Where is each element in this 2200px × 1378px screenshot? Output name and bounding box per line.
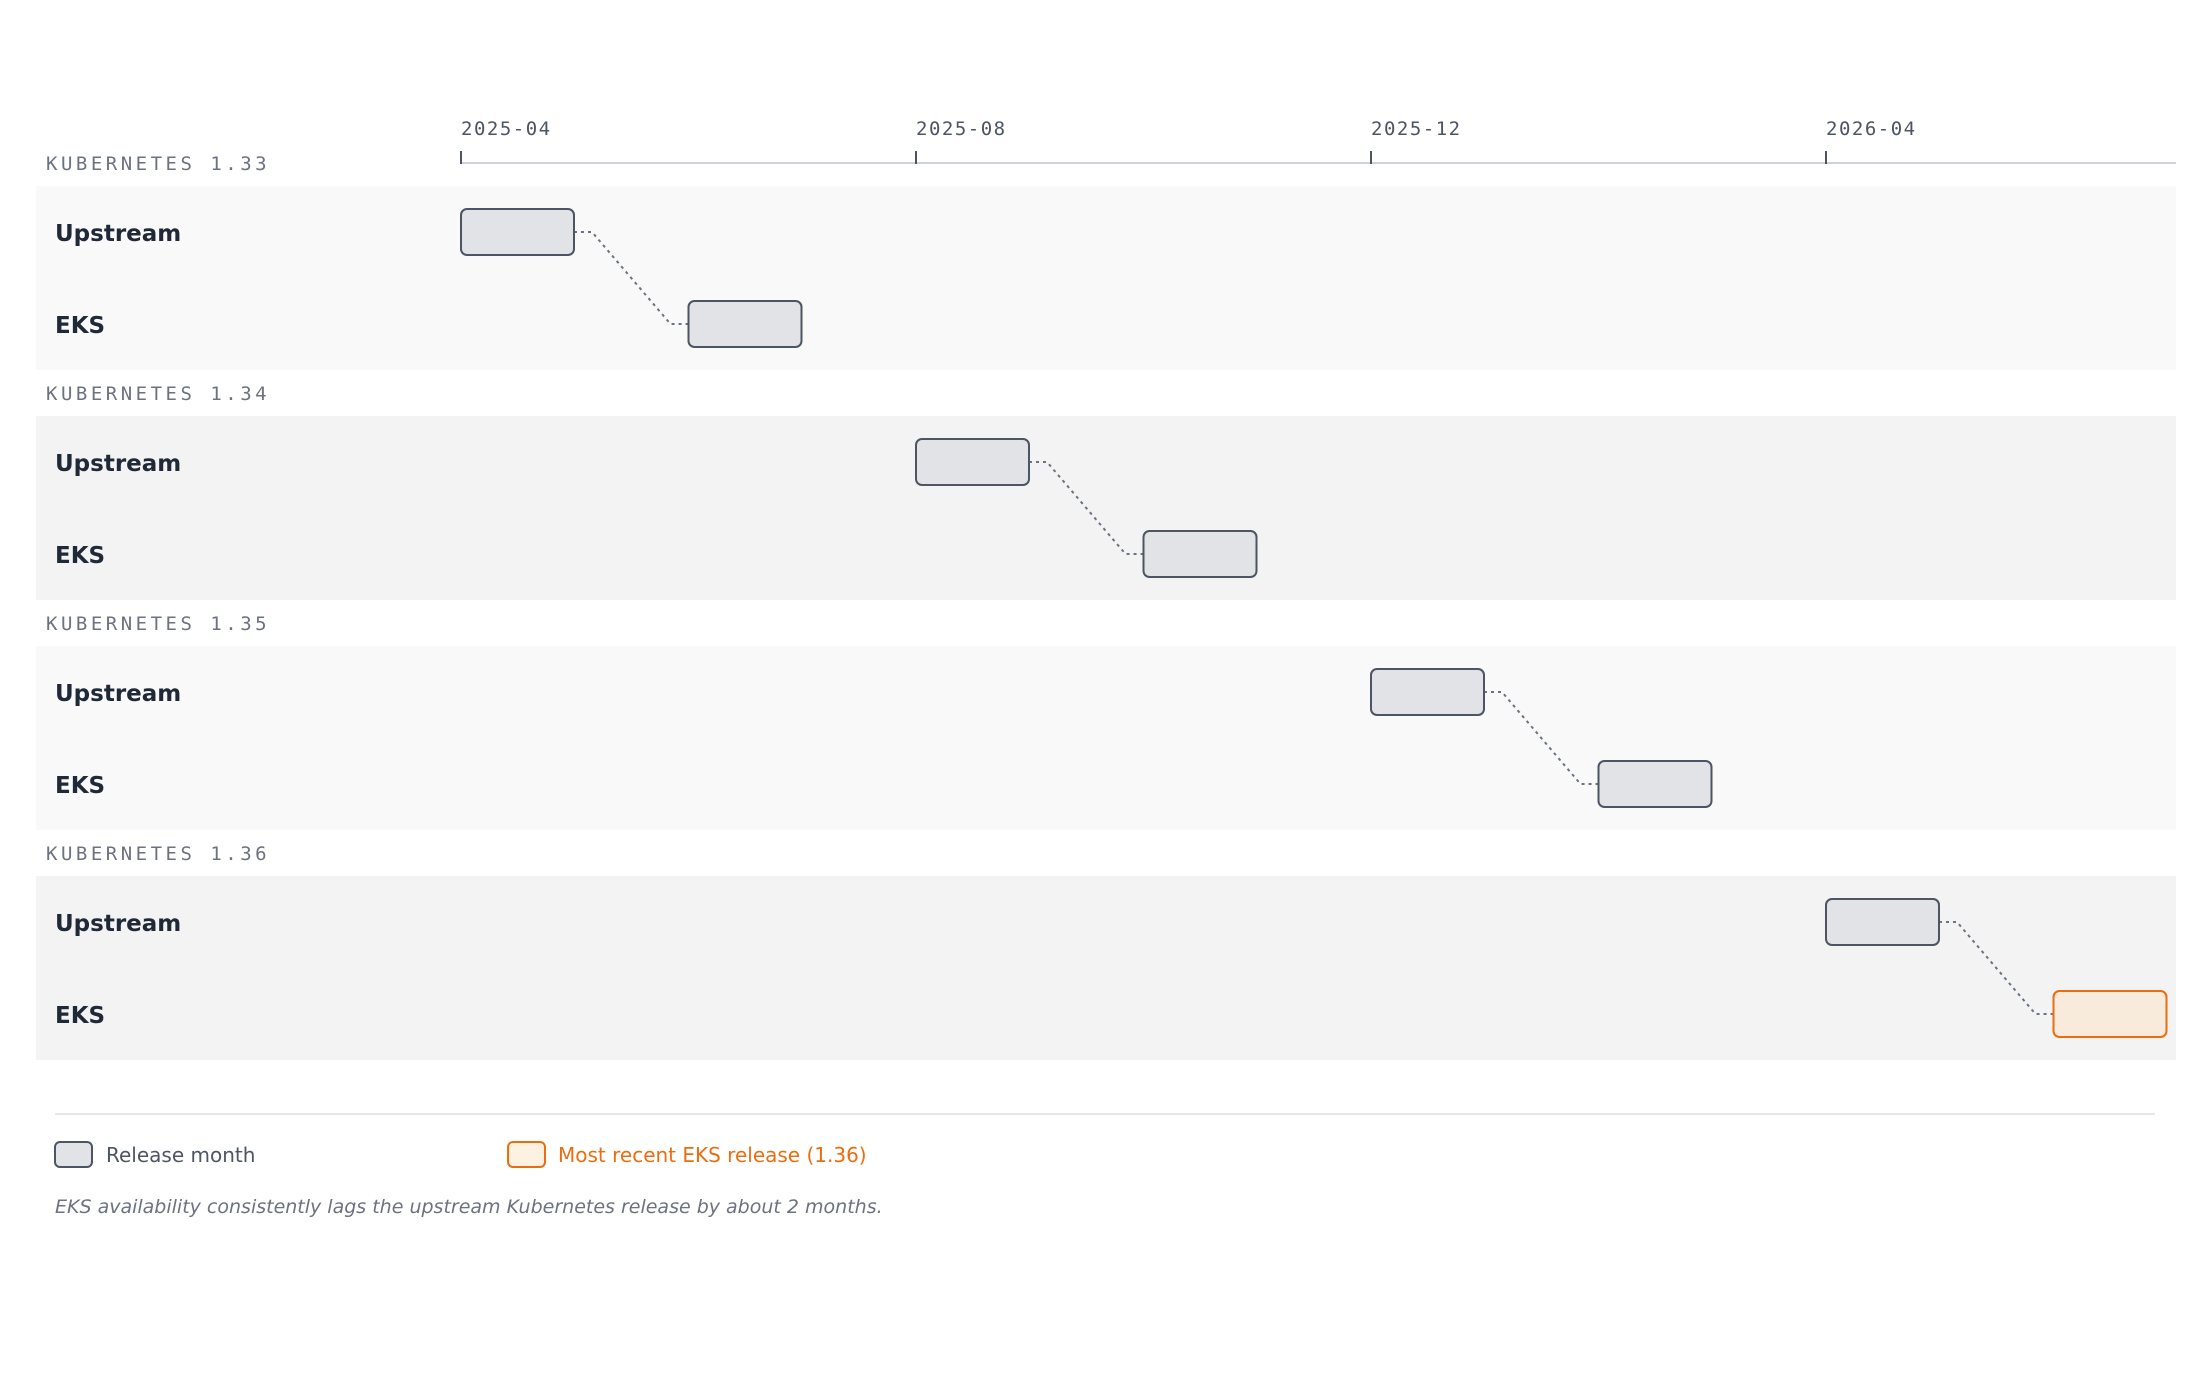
x-axis: 2025-04 2025-08 2025-12 2026-04 bbox=[460, 118, 2176, 164]
footnote: EKS availability consistently lags the u… bbox=[55, 1196, 883, 1218]
group-label: KUBERNETES 1.34 bbox=[46, 383, 270, 405]
group-band bbox=[36, 186, 2176, 370]
legend-swatch-most-recent bbox=[507, 1141, 546, 1168]
upstream-release-bar bbox=[460, 208, 575, 256]
legend-label-most-recent: Most recent EKS release (1.36) bbox=[558, 1143, 867, 1167]
eks-release-bar bbox=[1597, 760, 1713, 808]
group-label: KUBERNETES 1.36 bbox=[46, 843, 270, 865]
legend-swatch-release-month bbox=[54, 1141, 93, 1168]
upstream-release-bar bbox=[915, 438, 1030, 486]
row-label-upstream: Upstream bbox=[55, 221, 181, 247]
group-band bbox=[36, 416, 2176, 600]
group-band bbox=[36, 646, 2176, 830]
row-label-upstream: Upstream bbox=[55, 681, 181, 707]
row-label-eks: EKS bbox=[55, 543, 105, 569]
row-label-eks: EKS bbox=[55, 1003, 105, 1029]
legend: Release month Most recent EKS release (1… bbox=[54, 1113, 2155, 1218]
x-tick-label: 2025-08 bbox=[916, 118, 1007, 140]
eks-release-bar bbox=[687, 300, 803, 348]
release-timeline-chart: 2025-04 2025-08 2025-12 2026-04 KUBERNETES … bbox=[36, 118, 2176, 1218]
row-label-eks: EKS bbox=[55, 773, 105, 799]
row-label-eks: EKS bbox=[55, 313, 105, 339]
upstream-release-bar bbox=[1825, 898, 1940, 946]
x-tick-label: 2025-04 bbox=[461, 118, 552, 140]
legend-label-release-month: Release month bbox=[106, 1143, 255, 1167]
upstream-release-bar bbox=[1370, 668, 1485, 716]
row-label-upstream: Upstream bbox=[55, 451, 181, 477]
eks-release-bar bbox=[1142, 530, 1258, 578]
row-label-upstream: Upstream bbox=[55, 911, 181, 937]
eks-release-bar-most-recent bbox=[2052, 990, 2168, 1038]
x-tick-label: 2026-04 bbox=[1826, 118, 1917, 140]
group-label: KUBERNETES 1.33 bbox=[46, 153, 270, 175]
group-label: KUBERNETES 1.35 bbox=[46, 613, 270, 635]
x-tick-label: 2025-12 bbox=[1371, 118, 1462, 140]
